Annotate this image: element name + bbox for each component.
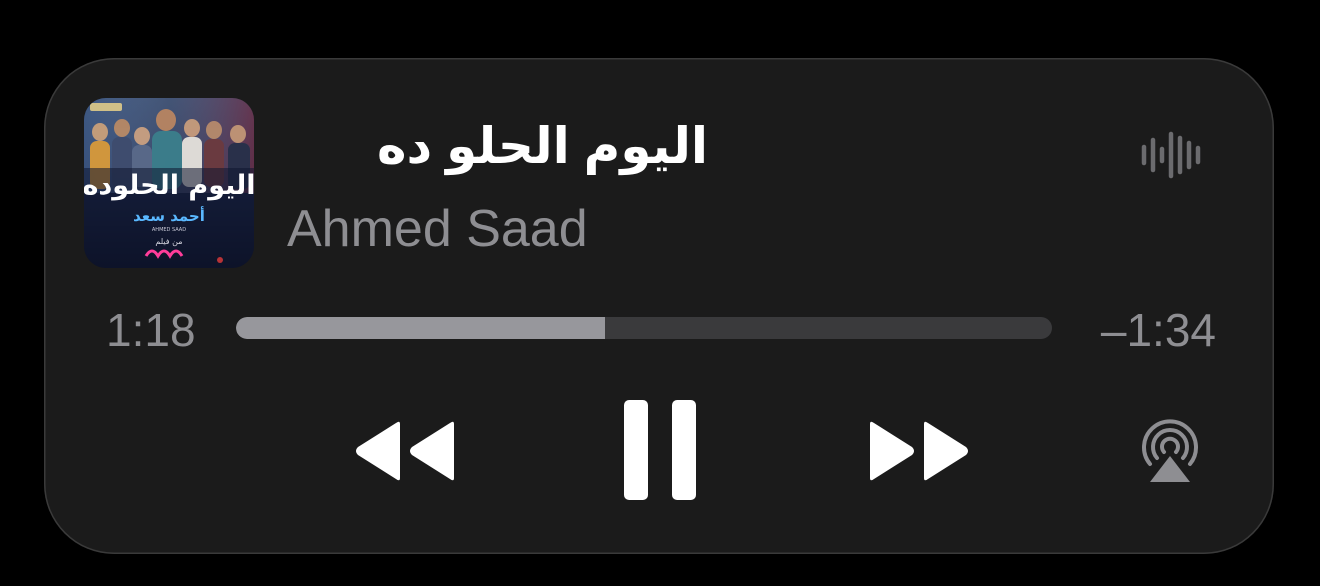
fast-forward-icon (870, 421, 968, 481)
remaining-time: –1:34 (1100, 304, 1216, 356)
artwork-title-text: اليوم الحلوده (84, 170, 254, 201)
airplay-button[interactable] (1136, 418, 1204, 484)
elapsed-time: 1:18 (106, 304, 196, 356)
song-title[interactable]: اليوم الحلو ده (288, 114, 708, 178)
album-artwork[interactable]: اليوم الحلوده أحمد سعد AHMED SAAD من فيل… (84, 98, 254, 268)
rewind-icon (356, 421, 454, 481)
now-playing-card: اليوم الحلوده أحمد سعد AHMED SAAD من فيل… (44, 58, 1274, 554)
artist-name[interactable]: Ahmed Saad (287, 198, 588, 260)
rewind-button[interactable] (348, 416, 460, 486)
pause-icon (624, 400, 696, 500)
progress-fill (236, 317, 605, 339)
pause-button[interactable] (620, 398, 700, 502)
artwork-subtitle: من فيلم (155, 237, 182, 246)
artwork-artist-latin: AHMED SAAD (152, 227, 186, 233)
artwork-artist-text: أحمد سعد (133, 206, 205, 225)
progress-scrubber[interactable] (236, 317, 1052, 339)
waveform-icon[interactable] (1140, 130, 1206, 180)
album-artwork-image: اليوم الحلوده أحمد سعد AHMED SAAD من فيل… (84, 98, 254, 268)
airplay-audio-icon (1142, 419, 1198, 482)
fast-forward-button[interactable] (864, 416, 976, 486)
